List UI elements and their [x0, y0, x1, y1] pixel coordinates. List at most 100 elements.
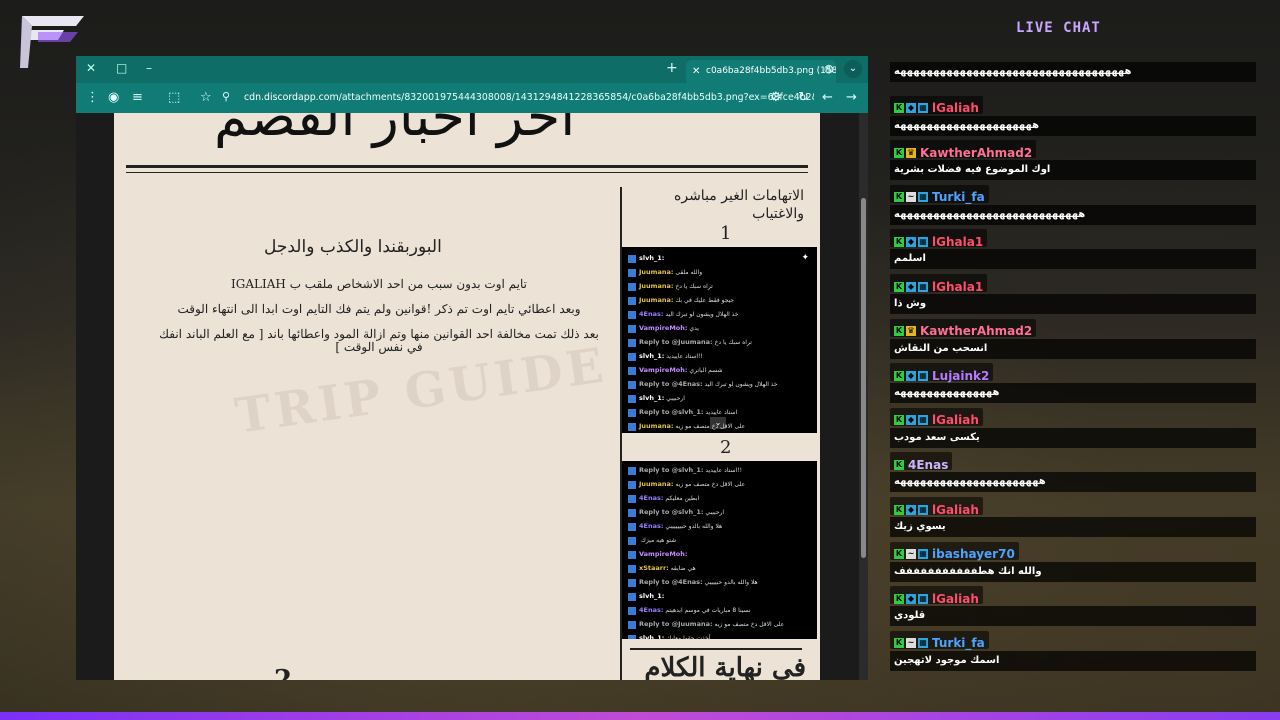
chat-username[interactable]: KawtherAhmad2: [920, 146, 1032, 160]
chat-message-text: اسمك موجود لاتهجين: [890, 650, 1256, 671]
user-tag: K ~ ▦ Turki_fa: [890, 630, 989, 650]
chat-username[interactable]: lGaliah: [932, 101, 979, 115]
site-info-icon[interactable]: ⚲: [222, 90, 230, 103]
user-tag: K ~ ▦ ibashayer70: [890, 541, 1019, 561]
scrollbar-thumb[interactable]: [861, 198, 866, 558]
screenshot-message: والله ملقى: [673, 269, 703, 276]
chat-message: K ~ ▦ ibashayer70 والله انك هطففففففففففف: [890, 541, 1256, 582]
badge-icon: [628, 394, 636, 403]
chat-message: K ◆ ▦ lGaliah هههههههههههههههههههههه: [890, 95, 1256, 136]
screenshot-username: 4Enas:: [639, 522, 664, 530]
url-field[interactable]: cdn.discordapp.com/attachments/832001975…: [244, 88, 814, 108]
chat-badge-icon: K: [894, 103, 904, 114]
chat-message-header: K ~ ▦ Turki_fa: [890, 630, 1254, 650]
image-viewport[interactable]: TRIP GUIDE اخر اخبار القصم البوربقندا وا…: [76, 113, 868, 680]
chat-username[interactable]: ibashayer70: [932, 547, 1015, 561]
chat-message: K ◆ ▦ lGaliah يسوي زيك: [890, 497, 1256, 537]
screenshot-username: slvh_1:: [639, 352, 665, 360]
chat-username[interactable]: lGaliah: [932, 503, 979, 517]
screenshot-message: استاد عاييديد!!: [703, 467, 742, 474]
screenshot-message: شتو هيه ميزك: [639, 537, 677, 544]
chat-username[interactable]: lGaliah: [932, 592, 979, 606]
screenshot-username: 4Enas:: [639, 494, 664, 502]
badge-icon: [628, 352, 636, 361]
chat-username[interactable]: Lujaink2: [932, 369, 989, 383]
left-paragraph: تايم اوت بدون سبب من احد الاشخاص ملقب ب …: [231, 277, 527, 291]
chat-username[interactable]: Turki_fa: [932, 190, 985, 204]
screenshot-username: Juumana:: [639, 268, 674, 276]
chat-badge-icon: K: [894, 415, 904, 426]
pin-icon: ✦: [801, 253, 809, 263]
chat-badge-icon: K: [894, 459, 904, 470]
menu-dots-icon[interactable]: ⋮: [86, 90, 99, 105]
right-heading: الاتهامات الغير مباشره والاغتياب: [674, 188, 804, 222]
minimize-window-icon[interactable]: –: [146, 61, 152, 75]
chat-screenshot-2: Reply to @slvh_1: استاد عاييديد!! Juumana…: [622, 461, 817, 639]
screenshot-message: ارحبيبي: [703, 509, 725, 516]
chat-message-text: ههههههههههههههههههههههههههههه: [890, 204, 1256, 225]
vertical-scrollbar[interactable]: [859, 113, 868, 680]
chat-message-text: انسحب من النقاش: [890, 338, 1256, 359]
badge-icon: [628, 268, 636, 277]
screenshot-message: هلا والله بالدو حبيييييبي: [663, 523, 723, 530]
tab-list-chevron-icon[interactable]: ⌄: [844, 60, 862, 78]
screenshot-username: slvh_1:: [639, 592, 665, 600]
url-domain: cdn.discordapp.com: [244, 92, 339, 103]
bookmark-star-icon[interactable]: ☆: [200, 90, 212, 105]
screenshot-username: Reply to @Juumana:: [639, 338, 713, 346]
chat-message: K ◆ ▦ lGaliah يكسى سعد مودب: [890, 407, 1256, 448]
chat-message: K ◆ ▦ lGaliah قلودي: [890, 586, 1256, 627]
screenshot-username: 4Enas:: [639, 310, 664, 318]
chat-message: K ♛ KawtherAhmad2 انسحب من النقاش: [890, 318, 1256, 359]
screenshot-username: xStaarr:: [639, 564, 669, 572]
chat-username[interactable]: Turki_fa: [932, 636, 985, 650]
tab-image[interactable]: ✕ c0a6ba28f4bb5db3.png (1587×: [686, 60, 836, 83]
chat-badge-icon: ◆: [906, 593, 916, 604]
reading-list-icon[interactable]: ≡: [132, 90, 143, 105]
browser-window: ✕ □ – + ✕ c0a6ba28f4bb5db3.png (1587× ◍ …: [76, 56, 868, 680]
user-tag: K ◆ ▦ lGaliah: [890, 497, 983, 517]
chat-username[interactable]: lGhala1: [932, 235, 983, 249]
user-tag: K ~ ▦ Turki_fa: [890, 184, 989, 204]
maximize-window-icon[interactable]: □: [116, 61, 127, 75]
extensions-icon[interactable]: ⬚: [168, 90, 180, 105]
back-arrow-icon[interactable]: ←: [822, 90, 833, 105]
user-tag: K ◆ ▦ lGaliah: [890, 95, 983, 115]
screenshot-message: ارحبيبي: [664, 395, 685, 402]
chat-username[interactable]: 4Enas: [908, 458, 948, 472]
screenshot-username: slvh_1:: [639, 634, 665, 639]
chat-badge-icon: ♛: [906, 326, 916, 337]
forward-arrow-icon[interactable]: →: [846, 90, 857, 105]
screenshot-username: Juumana:: [639, 296, 674, 304]
site-settings-icon[interactable]: ⚙: [770, 90, 782, 105]
chat-username[interactable]: KawtherAhmad2: [920, 324, 1032, 338]
chat-message-header: K ◆ ▦ lGaliah: [890, 586, 1254, 606]
screenshot-message: أخذت حقها معليك: [664, 635, 711, 639]
close-window-icon[interactable]: ✕: [86, 61, 96, 75]
chat-message-header: K ◆ ▦ lGaliah: [890, 95, 1254, 115]
screenshot-message: خذ الهلال ويشون لو تبرك اليد: [702, 381, 778, 388]
chat-badge-icon: ~: [906, 549, 916, 560]
chat-badge-icon: K: [894, 147, 904, 158]
badge-icon: [628, 380, 636, 389]
reload-icon[interactable]: ↻: [798, 90, 809, 105]
end-heading: في نهاية الكلام: [644, 653, 806, 680]
chat-badge-icon: K: [894, 549, 904, 560]
chat-message-header: K ◆ ▦ lGaliah: [890, 407, 1254, 427]
badge-icon: [628, 422, 636, 431]
badge-icon: [628, 634, 636, 639]
left-heading: البوربقندا والكذب والدجل: [264, 237, 442, 257]
screenshot-message: على الاقل دخ متصف مو زيه: [712, 621, 785, 628]
tab-close-icon[interactable]: ✕: [692, 60, 700, 83]
title-rule-thin: [126, 172, 808, 173]
profile-avatar[interactable]: ◉: [108, 90, 119, 105]
tab-title: c0a6ba28f4bb5db3.png (1587×: [706, 66, 836, 76]
badge-icon: [628, 324, 636, 333]
user-tag: K ◆ ▦ lGaliah: [890, 586, 983, 606]
chat-username[interactable]: lGhala1: [932, 280, 983, 294]
new-tab-icon[interactable]: +: [666, 60, 678, 76]
chat-username[interactable]: lGaliah: [932, 413, 979, 427]
user-tag: K ♛ KawtherAhmad2: [890, 318, 1037, 338]
user-tag: K ♛ KawtherAhmad2: [890, 140, 1037, 160]
chat-badge-icon: ◆: [906, 103, 916, 114]
